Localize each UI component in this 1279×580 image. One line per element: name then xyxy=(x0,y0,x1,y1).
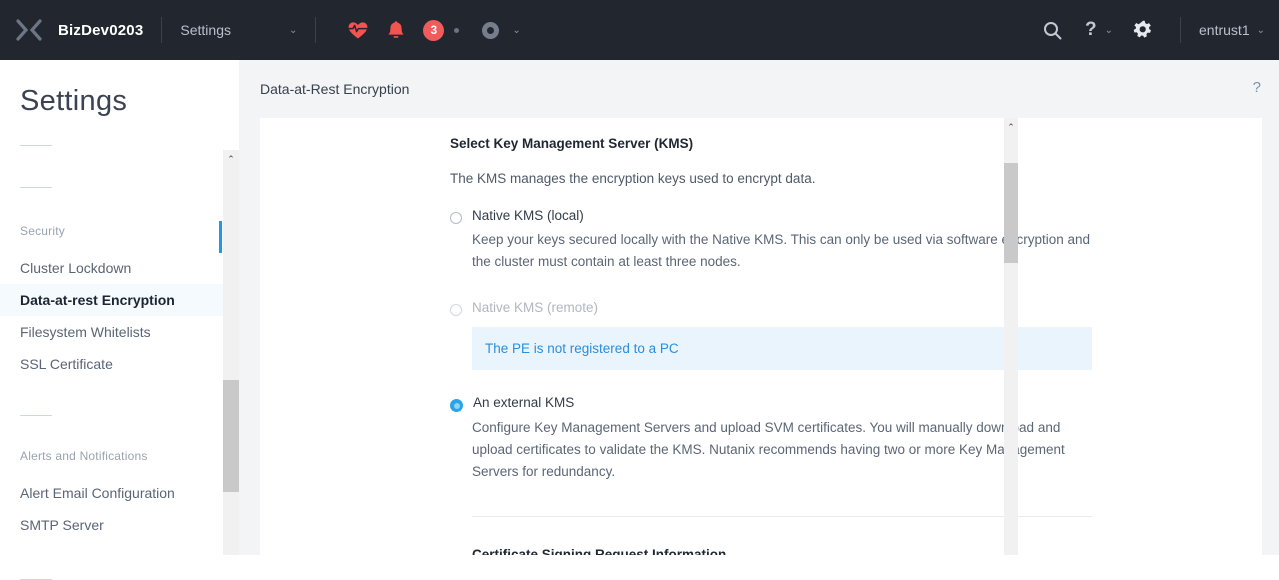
breadcrumb-bar: Data-at-Rest Encryption ? xyxy=(239,60,1279,118)
gear-icon[interactable] xyxy=(1113,0,1162,60)
help-question-icon[interactable]: ? xyxy=(1071,0,1103,60)
help-question-icon[interactable]: ? xyxy=(1253,79,1261,96)
sidebar-scrollbar[interactable]: ⌃ xyxy=(223,150,239,560)
breadcrumb: Data-at-Rest Encryption xyxy=(260,81,410,97)
chevron-down-icon[interactable]: ⌄ xyxy=(512,25,520,36)
radio-option-external-kms[interactable]: An external KMS xyxy=(450,395,1262,412)
page-title: Settings xyxy=(20,85,128,117)
chevron-down-icon[interactable]: ⌄ xyxy=(1105,25,1113,36)
status-icon-group: 3 ⌄ xyxy=(338,0,521,60)
radio-button-native-kms-local[interactable] xyxy=(450,212,462,224)
content-scrollbar-thumb[interactable] xyxy=(1004,163,1018,263)
radio-option-native-kms-remote: Native KMS (remote) xyxy=(450,300,1262,316)
dot-icon xyxy=(454,27,460,33)
divider xyxy=(315,17,317,43)
circle-ring-icon[interactable] xyxy=(468,0,508,60)
sidebar-divider xyxy=(20,145,52,146)
section-divider xyxy=(472,516,1092,517)
divider xyxy=(161,17,163,43)
sidebar-section-security: Security xyxy=(20,224,65,238)
chevron-down-icon[interactable]: ⌄ xyxy=(1257,25,1265,36)
heart-pulse-icon[interactable] xyxy=(338,0,378,60)
main-content-area: Data-at-Rest Encryption ? Select Key Man… xyxy=(239,60,1279,560)
info-message-box: The PE is not registered to a PC xyxy=(472,327,1092,370)
kms-section-lead: The KMS manages the encryption keys used… xyxy=(450,171,816,186)
kms-settings-card: Select Key Management Server (KMS) The K… xyxy=(260,118,1262,560)
radio-button-native-kms-remote xyxy=(450,304,462,316)
divider xyxy=(1180,17,1182,43)
radio-button-external-kms[interactable] xyxy=(450,399,463,412)
bottom-strip xyxy=(0,555,1279,560)
chevron-down-icon[interactable]: ⌄ xyxy=(289,25,297,36)
settings-sidebar: Settings Security Cluster Lockdown Data-… xyxy=(0,60,223,580)
kms-section-title: Select Key Management Server (KMS) xyxy=(450,136,694,151)
scroll-up-arrow-icon[interactable]: ⌃ xyxy=(1004,118,1018,136)
search-icon[interactable] xyxy=(1034,0,1071,60)
sidebar-item-data-at-rest-encryption[interactable]: Data-at-rest Encryption xyxy=(0,284,223,316)
sidebar-item-alert-email-configuration[interactable]: Alert Email Configuration xyxy=(0,477,223,509)
sidebar-item-smtp-server[interactable]: SMTP Server xyxy=(0,509,223,541)
sidebar-divider xyxy=(20,415,52,416)
sidebar-item-ssl-certificate[interactable]: SSL Certificate xyxy=(0,348,223,380)
utility-icon-group: ? ⌄ entrust1 ⌄ xyxy=(1034,0,1279,60)
sidebar-section-alerts-and-notifications: Alerts and Notifications xyxy=(20,449,148,463)
info-message-text: The PE is not registered to a PC xyxy=(485,341,679,356)
user-menu-label[interactable]: entrust1 xyxy=(1199,22,1250,38)
badge-count-value: 3 xyxy=(423,19,445,41)
radio-label-native-kms-remote: Native KMS (remote) xyxy=(472,300,599,315)
sidebar-active-indicator xyxy=(219,221,222,253)
top-navigation-bar: BizDev0203 Settings ⌄ 3 ⌄ ? ⌄ entrust1 ⌄ xyxy=(0,0,1279,60)
x-logo-icon[interactable] xyxy=(14,15,44,45)
sidebar-item-cluster-lockdown[interactable]: Cluster Lockdown xyxy=(0,252,223,284)
scroll-up-arrow-icon[interactable]: ⌃ xyxy=(223,150,239,168)
radio-label-native-kms-local: Native KMS (local) xyxy=(472,208,584,223)
content-scrollbar[interactable]: ⌃ xyxy=(1004,118,1018,560)
cluster-name[interactable]: BizDev0203 xyxy=(58,22,143,39)
alert-count-badge[interactable]: 3 xyxy=(414,0,468,60)
nav-settings-label[interactable]: Settings xyxy=(180,22,231,38)
bell-icon[interactable] xyxy=(378,0,414,60)
radio-label-external-kms: An external KMS xyxy=(473,395,575,410)
sidebar-divider xyxy=(20,187,52,188)
sidebar-scrollbar-thumb[interactable] xyxy=(223,380,239,492)
radio-option-native-kms-local[interactable]: Native KMS (local) xyxy=(450,208,1262,224)
sidebar-item-filesystem-whitelists[interactable]: Filesystem Whitelists xyxy=(0,316,223,348)
